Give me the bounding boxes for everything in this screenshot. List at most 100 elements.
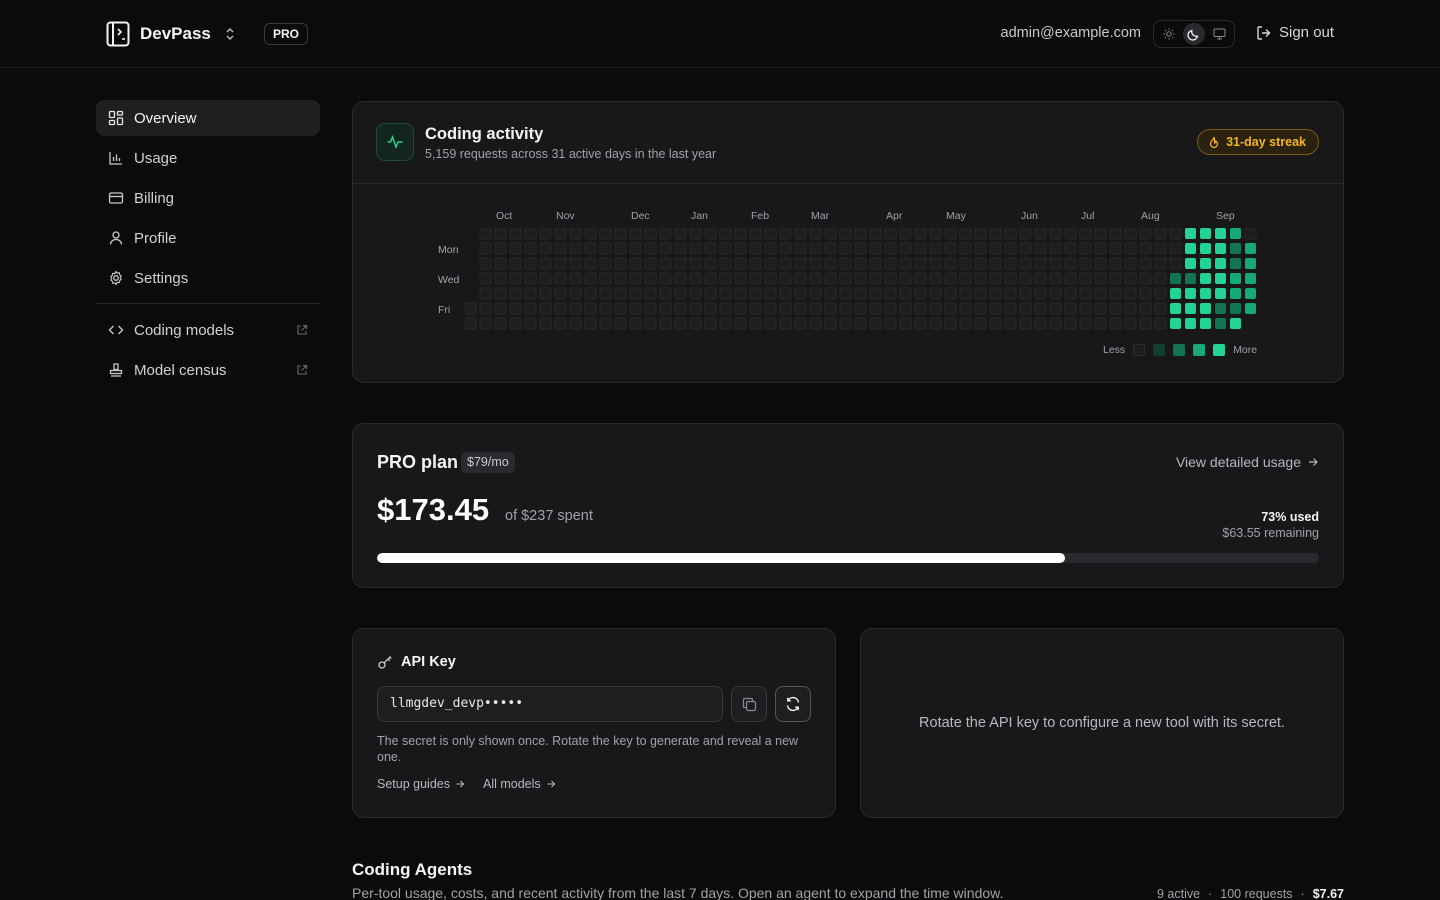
heatmap-cell[interactable] <box>794 242 807 255</box>
heatmap-cell[interactable] <box>1079 257 1092 270</box>
heatmap-cell[interactable] <box>779 287 792 300</box>
heatmap-cell[interactable] <box>749 302 762 315</box>
heatmap-cell[interactable] <box>554 287 567 300</box>
heatmap-cell[interactable] <box>584 257 597 270</box>
heatmap-cell[interactable] <box>1004 302 1017 315</box>
copy-key-button[interactable] <box>731 686 767 722</box>
heatmap-cell[interactable] <box>1245 273 1256 284</box>
heatmap-cell[interactable] <box>824 228 837 240</box>
heatmap-cell[interactable] <box>854 242 867 255</box>
heatmap-cell[interactable] <box>1019 287 1032 300</box>
heatmap-cell[interactable] <box>509 242 522 255</box>
heatmap-cell[interactable] <box>719 302 732 315</box>
heatmap-cell[interactable] <box>689 257 702 270</box>
heatmap-cell[interactable] <box>989 228 1002 240</box>
heatmap-cell[interactable] <box>869 242 882 255</box>
heatmap-cell[interactable] <box>1170 318 1181 329</box>
heatmap-cell[interactable] <box>779 272 792 285</box>
heatmap-cell[interactable] <box>554 317 567 330</box>
heatmap-cell[interactable] <box>1079 302 1092 315</box>
heatmap-cell[interactable] <box>569 287 582 300</box>
heatmap-cell[interactable] <box>749 228 762 240</box>
heatmap-cell[interactable] <box>1139 317 1152 330</box>
heatmap-cell[interactable] <box>674 272 687 285</box>
heatmap-cell[interactable] <box>494 257 507 270</box>
heatmap-cell[interactable] <box>659 302 672 315</box>
chevrons-up-down-icon[interactable] <box>223 27 237 41</box>
heatmap-cell[interactable] <box>1049 242 1062 255</box>
heatmap-cell[interactable] <box>629 228 642 240</box>
heatmap-cell[interactable] <box>1154 302 1167 315</box>
heatmap-cell[interactable] <box>644 317 657 330</box>
heatmap-cell[interactable] <box>1109 287 1122 300</box>
heatmap-cell[interactable] <box>1019 228 1032 240</box>
heatmap-cell[interactable] <box>1185 243 1196 254</box>
heatmap-cell[interactable] <box>644 242 657 255</box>
heatmap-cell[interactable] <box>1139 302 1152 315</box>
heatmap-cell[interactable] <box>1064 302 1077 315</box>
heatmap-cell[interactable] <box>989 317 1002 330</box>
heatmap-cell[interactable] <box>884 242 897 255</box>
heatmap-cell[interactable] <box>1124 287 1137 300</box>
heatmap-cell[interactable] <box>1200 273 1211 284</box>
heatmap-cell[interactable] <box>659 272 672 285</box>
heatmap-cell[interactable] <box>599 257 612 270</box>
heatmap-cell[interactable] <box>779 317 792 330</box>
heatmap-cell[interactable] <box>599 272 612 285</box>
heatmap-cell[interactable] <box>914 287 927 300</box>
heatmap-cell[interactable] <box>914 272 927 285</box>
heatmap-cell[interactable] <box>704 228 717 240</box>
heatmap-cell[interactable] <box>539 287 552 300</box>
heatmap-cell[interactable] <box>689 242 702 255</box>
heatmap-cell[interactable] <box>1079 287 1092 300</box>
heatmap-cell[interactable] <box>944 242 957 255</box>
heatmap-cell[interactable] <box>494 317 507 330</box>
sidebar-item-billing[interactable]: Billing <box>96 180 320 216</box>
heatmap-cell[interactable] <box>734 317 747 330</box>
heatmap-cell[interactable] <box>749 242 762 255</box>
sidebar-item-profile[interactable]: Profile <box>96 220 320 256</box>
heatmap-cell[interactable] <box>1064 257 1077 270</box>
heatmap-cell[interactable] <box>734 272 747 285</box>
heatmap-cell[interactable] <box>599 317 612 330</box>
heatmap-cell[interactable] <box>644 302 657 315</box>
heatmap-cell[interactable] <box>1109 228 1122 240</box>
heatmap-cell[interactable] <box>1169 228 1182 240</box>
heatmap-cell[interactable] <box>899 302 912 315</box>
sidebar-item-overview[interactable]: Overview <box>96 100 320 136</box>
heatmap-cell[interactable] <box>1094 257 1107 270</box>
heatmap-cell[interactable] <box>1064 272 1077 285</box>
heatmap-cell[interactable] <box>1154 287 1167 300</box>
heatmap-cell[interactable] <box>719 242 732 255</box>
heatmap-cell[interactable] <box>1215 303 1226 314</box>
heatmap-cell[interactable] <box>944 257 957 270</box>
heatmap-cell[interactable] <box>494 228 507 240</box>
heatmap-cell[interactable] <box>509 272 522 285</box>
heatmap-cell[interactable] <box>914 257 927 270</box>
heatmap-cell[interactable] <box>779 242 792 255</box>
heatmap-cell[interactable] <box>1019 272 1032 285</box>
heatmap-cell[interactable] <box>854 257 867 270</box>
heatmap-cell[interactable] <box>1064 287 1077 300</box>
heatmap-cell[interactable] <box>1215 318 1226 329</box>
heatmap-cell[interactable] <box>974 228 987 240</box>
heatmap-cell[interactable] <box>914 317 927 330</box>
heatmap-cell[interactable] <box>824 287 837 300</box>
heatmap-cell[interactable] <box>704 257 717 270</box>
heatmap-cell[interactable] <box>1094 228 1107 240</box>
rotate-key-button[interactable] <box>775 686 811 722</box>
heatmap-cell[interactable] <box>1034 317 1047 330</box>
heatmap-cell[interactable] <box>1154 272 1167 285</box>
heatmap-cell[interactable] <box>869 257 882 270</box>
heatmap-cell[interactable] <box>794 287 807 300</box>
heatmap-cell[interactable] <box>884 272 897 285</box>
heatmap-cell[interactable] <box>884 228 897 240</box>
heatmap-cell[interactable] <box>599 302 612 315</box>
heatmap-cell[interactable] <box>929 302 942 315</box>
heatmap-cell[interactable] <box>1019 317 1032 330</box>
heatmap-cell[interactable] <box>959 257 972 270</box>
heatmap-cell[interactable] <box>1124 242 1137 255</box>
heatmap-cell[interactable] <box>614 228 627 240</box>
heatmap-cell[interactable] <box>674 228 687 240</box>
heatmap-cell[interactable] <box>704 302 717 315</box>
